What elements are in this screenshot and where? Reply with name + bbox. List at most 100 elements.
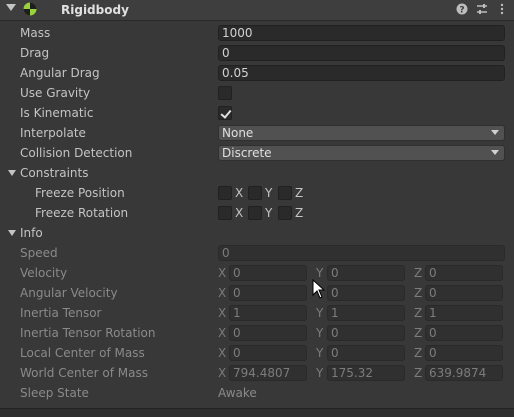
collapse-arrow-icon[interactable] xyxy=(6,4,16,11)
freeze-rotation-z-checkbox[interactable] xyxy=(278,206,292,220)
local-center-of-mass-z-field: 0 xyxy=(425,345,503,361)
rigidbody-icon xyxy=(23,2,37,16)
y-axis-label: Y xyxy=(316,326,324,340)
inertia-tensor-z-field: 1 xyxy=(425,305,503,321)
x-axis-label: X xyxy=(218,286,227,300)
y-axis-label: Y xyxy=(316,366,324,380)
x-axis-label: X xyxy=(218,346,227,360)
use-gravity-label: Use Gravity xyxy=(20,86,91,100)
help-icon[interactable]: ? xyxy=(456,3,468,17)
foldout-arrow-icon[interactable] xyxy=(8,170,16,176)
freeze-rotation-x-label: X xyxy=(235,206,244,220)
use-gravity-checkbox[interactable] xyxy=(218,86,232,100)
foldout-arrow-icon[interactable] xyxy=(8,230,16,236)
z-axis-label: Z xyxy=(414,326,423,340)
angular-velocity-y-field: 0 xyxy=(327,285,405,301)
freeze-rotation-x-checkbox[interactable] xyxy=(218,206,232,220)
angular-drag-label: Angular Drag xyxy=(20,66,100,80)
angular-velocity-row: Angular Velocity X 0 0 Z 0 xyxy=(0,283,514,303)
angular-drag-row: Angular Drag 0.05 xyxy=(0,63,514,83)
local-center-of-mass-x-field: 0 xyxy=(229,345,307,361)
freeze-position-z-label: Z xyxy=(295,186,304,200)
inertia-tensor-y-field: 1 xyxy=(327,305,405,321)
collision-detection-value: Discrete xyxy=(222,146,272,160)
y-axis-label: Y xyxy=(316,266,324,280)
mass-input[interactable]: 1000 xyxy=(218,25,505,41)
x-axis-label: X xyxy=(218,326,227,340)
constraints-foldout[interactable]: Constraints xyxy=(0,163,514,183)
info-foldout[interactable]: Info xyxy=(0,223,514,243)
z-axis-label: Z xyxy=(414,366,423,380)
freeze-position-x-label: X xyxy=(235,186,244,200)
freeze-rotation-z-label: Z xyxy=(295,206,304,220)
more-icon[interactable] xyxy=(496,3,508,17)
world-center-of-mass-y-field: 175.32 xyxy=(327,365,405,381)
velocity-x-field: 0 xyxy=(229,265,307,281)
angular-velocity-z-field: 0 xyxy=(425,285,503,301)
freeze-position-z-checkbox[interactable] xyxy=(278,186,292,200)
is-kinematic-checkbox[interactable] xyxy=(218,106,232,120)
world-center-of-mass-x-field: 794.4807 xyxy=(229,365,307,381)
component-title: Rigidbody xyxy=(61,3,129,17)
velocity-label: Velocity xyxy=(20,266,68,280)
freeze-rotation-row: Freeze Rotation X Y Z xyxy=(0,203,514,223)
sleep-state-row: Sleep State Awake xyxy=(0,383,514,403)
is-kinematic-row: Is Kinematic xyxy=(0,103,514,123)
mass-label: Mass xyxy=(20,26,51,40)
z-axis-label: Z xyxy=(414,306,423,320)
angular-drag-input[interactable]: 0.05 xyxy=(218,65,505,81)
component-header[interactable]: Rigidbody ? xyxy=(0,0,514,21)
velocity-z-field: 0 xyxy=(425,265,503,281)
freeze-position-label: Freeze Position xyxy=(35,186,125,200)
z-axis-label: Z xyxy=(414,286,423,300)
angular-velocity-x-field: 0 xyxy=(229,285,307,301)
angular-velocity-label: Angular Velocity xyxy=(20,286,118,300)
world-center-of-mass-row: World Center of Mass X 794.4807 Y 175.32… xyxy=(0,363,514,383)
sleep-state-value: Awake xyxy=(218,386,257,400)
dropdown-arrow-icon xyxy=(491,150,499,155)
freeze-position-x-checkbox[interactable] xyxy=(218,186,232,200)
collision-detection-label: Collision Detection xyxy=(20,146,133,160)
mass-row: Mass 1000 xyxy=(0,23,514,43)
freeze-position-y-checkbox[interactable] xyxy=(248,186,262,200)
inertia-tensor-rotation-y-field: 0 xyxy=(327,325,405,341)
mouse-cursor-icon xyxy=(312,279,326,299)
inertia-tensor-rotation-label: Inertia Tensor Rotation xyxy=(20,326,156,340)
collision-detection-dropdown[interactable]: Discrete xyxy=(218,145,505,161)
constraints-label: Constraints xyxy=(20,166,89,180)
z-axis-label: Z xyxy=(414,266,423,280)
collision-detection-row: Collision Detection Discrete xyxy=(0,143,514,163)
inertia-tensor-row: Inertia Tensor X 1 Y 1 Z 1 xyxy=(0,303,514,323)
freeze-position-row: Freeze Position X Y Z xyxy=(0,183,514,203)
local-center-of-mass-y-field: 0 xyxy=(327,345,405,361)
svg-text:?: ? xyxy=(459,6,464,16)
drag-input[interactable]: 0 xyxy=(218,45,505,61)
drag-label: Drag xyxy=(20,46,50,60)
z-axis-label: Z xyxy=(414,346,423,360)
inertia-tensor-label: Inertia Tensor xyxy=(20,306,102,320)
use-gravity-row: Use Gravity xyxy=(0,83,514,103)
local-center-of-mass-label: Local Center of Mass xyxy=(20,346,145,360)
dropdown-arrow-icon xyxy=(491,130,499,135)
info-label: Info xyxy=(20,226,43,240)
drag-row: Drag 0 xyxy=(0,43,514,63)
freeze-rotation-label: Freeze Rotation xyxy=(35,206,129,220)
y-axis-label: Y xyxy=(316,346,324,360)
world-center-of-mass-label: World Center of Mass xyxy=(20,366,148,380)
speed-label: Speed xyxy=(20,246,58,260)
x-axis-label: X xyxy=(218,366,227,380)
x-axis-label: X xyxy=(218,306,227,320)
velocity-row: Velocity X 0 Y 0 Z 0 xyxy=(0,263,514,283)
y-axis-label: Y xyxy=(316,306,324,320)
interpolate-label: Interpolate xyxy=(20,126,86,140)
freeze-rotation-y-checkbox[interactable] xyxy=(248,206,262,220)
speed-row: Speed 0 xyxy=(0,243,514,263)
inertia-tensor-x-field: 1 xyxy=(229,305,307,321)
freeze-rotation-y-label: Y xyxy=(265,206,273,220)
presets-icon[interactable] xyxy=(476,3,488,17)
inertia-tensor-rotation-z-field: 0 xyxy=(425,325,503,341)
interpolate-value: None xyxy=(222,126,254,140)
sleep-state-label: Sleep State xyxy=(20,386,89,400)
interpolate-row: Interpolate None xyxy=(0,123,514,143)
interpolate-dropdown[interactable]: None xyxy=(218,125,505,141)
